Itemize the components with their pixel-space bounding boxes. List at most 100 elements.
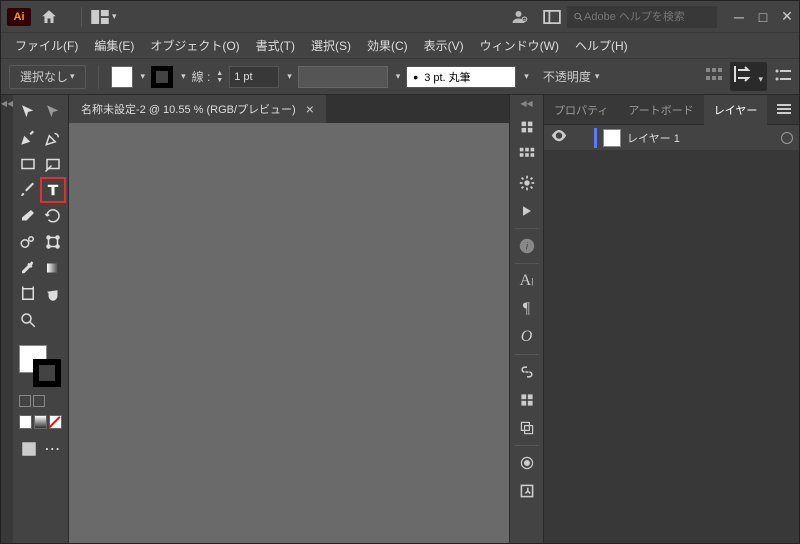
- search-input[interactable]: [584, 11, 711, 23]
- pathfinder-panel-icon[interactable]: [514, 415, 540, 441]
- canvas[interactable]: [69, 123, 509, 543]
- dock-collapse-button[interactable]: ◀◀: [520, 99, 532, 108]
- minimize-button[interactable]: ─: [727, 7, 751, 27]
- fill-stroke-swatches[interactable]: [15, 345, 66, 391]
- color-mode-button[interactable]: [19, 415, 32, 429]
- more-options-icon[interactable]: [775, 68, 791, 86]
- chevron-down-icon[interactable]: ▾: [287, 71, 292, 82]
- panel-tabs: プロパティ アートボード レイヤー: [544, 95, 799, 125]
- panel-menu-button[interactable]: [769, 101, 799, 119]
- rotate-tool[interactable]: [41, 203, 67, 229]
- swap-colors-icon[interactable]: [33, 395, 45, 407]
- toolbar: ⋯: [13, 95, 69, 543]
- chevron-down-icon[interactable]: ▾: [524, 71, 529, 82]
- align-panel-icon[interactable]: [706, 66, 722, 87]
- stroke-swatch[interactable]: [33, 359, 61, 387]
- none-mode-button[interactable]: [49, 415, 62, 429]
- chevron-down-icon[interactable]: ▾: [141, 71, 146, 82]
- svg-text:+: +: [523, 17, 526, 23]
- info-panel-icon[interactable]: i: [514, 233, 540, 259]
- default-colors-icon[interactable]: [19, 395, 31, 407]
- zoom-tool[interactable]: [15, 307, 41, 333]
- eyedropper-tool[interactable]: [15, 255, 41, 281]
- gear-icon[interactable]: [514, 170, 540, 196]
- free-transform-tool[interactable]: [41, 229, 67, 255]
- pen-tool[interactable]: [15, 125, 41, 151]
- tab-artboards[interactable]: アートボード: [618, 95, 703, 125]
- user-account-button[interactable]: +: [511, 8, 529, 26]
- hand-tool[interactable]: [41, 281, 67, 307]
- menu-object[interactable]: オブジェクト(O): [142, 33, 247, 58]
- layer-target-icon[interactable]: [781, 132, 793, 144]
- layer-thumbnail[interactable]: [603, 129, 621, 147]
- visibility-icon[interactable]: [550, 129, 568, 147]
- drawing-mode-normal[interactable]: [19, 439, 39, 459]
- stroke-color-swatch[interactable]: [151, 66, 173, 88]
- rectangle-tool[interactable]: [15, 151, 41, 177]
- stroke-stepper[interactable]: ▲▼: [216, 70, 223, 84]
- menu-view[interactable]: 表示(V): [416, 33, 472, 58]
- opentype-panel-icon[interactable]: O: [514, 324, 540, 350]
- menu-effect[interactable]: 効果(C): [359, 33, 416, 58]
- artboard-tool[interactable]: [15, 281, 41, 307]
- align-panel-icon[interactable]: [514, 387, 540, 413]
- right-panels: プロパティ アートボード レイヤー レイヤー 1: [543, 95, 799, 543]
- chevron-down-icon: ▾: [758, 74, 763, 84]
- menu-help[interactable]: ヘルプ(H): [567, 33, 636, 58]
- swatches-panel-icon[interactable]: [514, 142, 540, 168]
- type-tool[interactable]: [40, 177, 66, 203]
- titlebar: Ai ▾ + ─ □ ✕: [1, 1, 799, 33]
- gradient-tool[interactable]: [41, 255, 67, 281]
- toolbar-collapse-button[interactable]: ◀◀: [1, 95, 13, 543]
- variable-width-profile[interactable]: [298, 66, 388, 88]
- scale-tool[interactable]: [15, 229, 41, 255]
- layer-color-bar: [594, 128, 597, 148]
- tab-properties[interactable]: プロパティ: [544, 95, 618, 125]
- menu-type[interactable]: 書式(T): [248, 33, 303, 58]
- document-tab-title: 名称未設定-2 @ 10.55 % (RGB/プレビュー): [81, 101, 296, 117]
- selection-indicator[interactable]: 選択なし ▾: [9, 65, 86, 89]
- stroke-width-input[interactable]: 1 pt: [229, 66, 279, 88]
- edit-toolbar-button[interactable]: ⋯: [43, 439, 63, 459]
- arrange-documents-button[interactable]: ▾: [90, 10, 117, 24]
- document-tabbar: 名称未設定-2 @ 10.55 % (RGB/プレビュー) ×: [69, 95, 509, 123]
- transform-panel-icon[interactable]: ▾: [730, 62, 767, 91]
- curvature-tool[interactable]: [41, 125, 67, 151]
- links-panel-icon[interactable]: [514, 359, 540, 385]
- app-logo: Ai: [7, 8, 31, 26]
- options-bar: 選択なし ▾ ▾ ▾ 線 : ▲▼ 1 pt ▾ ▾ • 3 pt. 丸筆 ▾ …: [1, 59, 799, 95]
- home-button[interactable]: [37, 5, 61, 29]
- selection-tool[interactable]: [15, 99, 41, 125]
- brush-definition[interactable]: • 3 pt. 丸筆: [406, 66, 516, 88]
- chevron-down-icon[interactable]: ▾: [396, 71, 401, 82]
- opacity-button[interactable]: 不透明度 ▾: [535, 65, 608, 89]
- direct-selection-tool[interactable]: [41, 99, 67, 125]
- layer-row[interactable]: レイヤー 1: [544, 125, 799, 151]
- asset-export-panel-icon[interactable]: [514, 478, 540, 504]
- fill-color-swatch[interactable]: [111, 66, 133, 88]
- appearance-panel-icon[interactable]: [514, 450, 540, 476]
- paintbrush-tool[interactable]: [15, 177, 40, 203]
- maximize-button[interactable]: □: [751, 7, 775, 27]
- right-dock: ◀◀ i A| ¶ O: [509, 95, 543, 543]
- menu-select[interactable]: 選択(S): [303, 33, 359, 58]
- paragraph-panel-icon[interactable]: ¶: [514, 296, 540, 322]
- character-panel-icon[interactable]: A|: [514, 268, 540, 294]
- arrange-window-button[interactable]: [543, 10, 561, 24]
- chevron-down-icon[interactable]: ▾: [181, 71, 186, 82]
- document-tab[interactable]: 名称未設定-2 @ 10.55 % (RGB/プレビュー) ×: [69, 95, 326, 123]
- close-button[interactable]: ✕: [775, 7, 799, 27]
- menu-edit[interactable]: 編集(E): [86, 33, 142, 58]
- actions-panel-icon[interactable]: [514, 198, 540, 224]
- eraser-tool[interactable]: [15, 203, 41, 229]
- menu-file[interactable]: ファイル(F): [7, 33, 86, 58]
- tab-layers[interactable]: レイヤー: [704, 95, 768, 125]
- shape-builder-tool[interactable]: [41, 151, 67, 177]
- app-window: Ai ▾ + ─ □ ✕ ファイル(F) 編集(E) オブジェクト(O) 書式: [0, 0, 800, 544]
- menu-window[interactable]: ウィンドウ(W): [472, 33, 567, 58]
- layer-name[interactable]: レイヤー 1: [627, 130, 775, 146]
- gradient-mode-button[interactable]: [34, 415, 47, 429]
- search-box[interactable]: [567, 6, 717, 28]
- close-tab-button[interactable]: ×: [306, 101, 314, 117]
- color-panel-icon[interactable]: [514, 114, 540, 140]
